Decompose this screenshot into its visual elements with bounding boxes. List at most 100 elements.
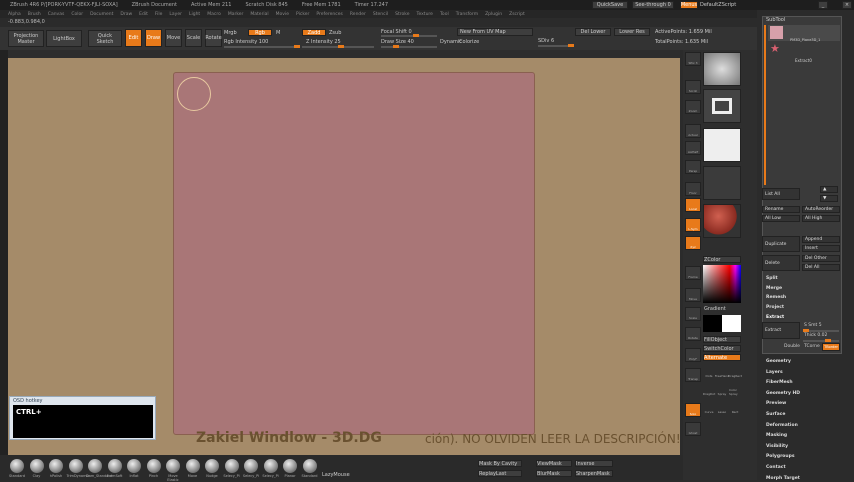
rotate-button[interactable]: Rotate (685, 327, 701, 341)
menu-item[interactable]: Material (250, 12, 268, 17)
tool-section-layers[interactable]: Layers (766, 370, 783, 375)
tborder-toggle[interactable]: TBorder (822, 343, 840, 351)
brush-icon[interactable] (224, 459, 239, 473)
brush-label[interactable]: Selecy_Pi (223, 474, 241, 478)
thick-slider[interactable]: Thick 0.02 (804, 333, 827, 338)
delete-button[interactable]: Delete (762, 255, 800, 271)
brush-icon[interactable] (127, 459, 141, 473)
autoreorder-button[interactable]: AutoReorder (802, 206, 840, 213)
split-section[interactable]: Split (766, 276, 778, 281)
texture-empty-thumbnail[interactable] (703, 166, 741, 200)
subtool-scrollbar[interactable] (764, 25, 766, 185)
move-up-button[interactable]: ▲ (820, 186, 838, 193)
s-smt-slider[interactable]: S Smt 5 (804, 323, 822, 328)
material-thumbnail[interactable] (703, 204, 741, 238)
move-down-button[interactable]: ▼ (820, 195, 838, 202)
tool-section-preview[interactable]: Preview (766, 401, 786, 406)
tool-section-polygroups[interactable]: Polygroups (766, 454, 795, 459)
scale-button[interactable]: Scale (185, 29, 202, 47)
remesh-section[interactable]: Remesh (766, 295, 786, 300)
rotate-button[interactable]: Rotate (205, 29, 222, 47)
menu-item[interactable]: Edit (139, 12, 148, 17)
mrgb-toggle[interactable]: Mrgb (224, 30, 237, 36)
aahalf-button[interactable]: AAHalf (685, 141, 701, 155)
brush-icon[interactable] (166, 459, 180, 473)
del-other-button[interactable]: Del Other (802, 255, 840, 262)
tool-section-fibermesh[interactable]: FiberMesh (766, 380, 793, 385)
brush-label[interactable]: Inflat (125, 474, 143, 478)
brush-label[interactable]: Move Elastic (164, 474, 182, 482)
rgb-intensity-slider[interactable]: Rgb Intensity 100 (224, 39, 268, 45)
brush-icon[interactable] (263, 459, 278, 473)
brush-icon[interactable] (88, 459, 102, 473)
close-button[interactable]: × (842, 1, 852, 9)
menu-item[interactable]: Transform (456, 12, 478, 17)
del-all-button[interactable]: Del All (802, 264, 840, 271)
merge-section[interactable]: Merge (766, 286, 782, 291)
project-section[interactable]: Project (766, 305, 784, 310)
double-toggle[interactable]: Double (784, 344, 800, 349)
colorize-toggle[interactable]: Colorize (459, 39, 479, 45)
tool-section-deformation[interactable]: Deformation (766, 423, 798, 428)
menu-item[interactable]: Texture (416, 12, 432, 17)
menu-item[interactable]: Picker (296, 12, 309, 17)
tcorne-toggle[interactable]: TCorne (804, 344, 820, 349)
move-button[interactable]: Move (165, 29, 182, 47)
brush-icon[interactable] (205, 459, 219, 473)
lower-res-button[interactable]: Lower Res (614, 28, 650, 36)
all-high-button[interactable]: All High (802, 215, 840, 222)
brush-icon[interactable] (302, 459, 317, 473)
stroke-dragdot[interactable]: DragDot (703, 382, 715, 396)
brush-label[interactable]: Selecy_Pi (262, 474, 280, 478)
viewmask-button[interactable]: ViewMask (536, 460, 572, 467)
extract-button[interactable]: Extract (762, 322, 800, 339)
stroke-rect[interactable]: Rect (729, 400, 741, 414)
extract-section[interactable]: Extract (766, 315, 784, 320)
scroll-button[interactable]: Scroll (685, 80, 701, 94)
stroke-color-spray[interactable]: Color Spray (729, 382, 741, 396)
menu-item[interactable]: Alpha (8, 12, 21, 17)
brush-icon[interactable] (244, 459, 258, 473)
menu-item[interactable]: Zplugin (485, 12, 502, 17)
tool-section-geometry-hd[interactable]: Geometry HD (766, 391, 800, 396)
brush-label[interactable]: Clay (28, 474, 46, 478)
insert-button[interactable]: Insert (802, 245, 840, 252)
tool-section-geometry[interactable]: Geometry (766, 359, 791, 364)
brush-icon[interactable] (107, 459, 122, 473)
tool-section-surface[interactable]: Surface (766, 412, 785, 417)
color-picker[interactable] (703, 265, 741, 303)
menu-item[interactable]: Brush (28, 12, 41, 17)
replay-last-button[interactable]: ReplayLast (478, 470, 522, 477)
brush-icon[interactable] (29, 459, 44, 473)
inverse-button[interactable]: Inverse (575, 460, 613, 467)
brush-icon[interactable] (49, 459, 63, 473)
duplicate-button[interactable]: Duplicate (762, 236, 800, 252)
stencil-thumbnail[interactable] (703, 128, 741, 162)
ghost-button[interactable]: Ghost (685, 422, 701, 436)
brush-icon[interactable] (10, 459, 24, 473)
mask-by-cavity-button[interactable]: Mask By Cavity (478, 460, 522, 467)
brush-label[interactable]: Selecy_Pi (242, 474, 260, 478)
stroke-dragrect[interactable]: DragRect (728, 364, 742, 378)
local-button[interactable]: Local (685, 198, 701, 212)
xyz-button[interactable]: Xyz (685, 236, 701, 250)
default-zscript[interactable]: DefaultZScript (700, 2, 736, 8)
main-color-swatch[interactable] (703, 315, 722, 332)
stroke-lasso[interactable]: Lasso (716, 400, 728, 414)
lazymouse-toggle[interactable]: LazyMouse (322, 472, 350, 478)
lsym-button[interactable]: L.Sym (685, 218, 701, 232)
zoom-button[interactable]: Zoom (685, 100, 701, 114)
menu-item[interactable]: Movie (276, 12, 289, 17)
list-all-button[interactable]: List All (762, 188, 800, 200)
menu-item[interactable]: Light (189, 12, 200, 17)
quicksave-button[interactable]: QuickSave (592, 1, 628, 9)
tool-section-visibility[interactable]: Visibility (766, 444, 788, 449)
texture-thumbnail[interactable] (703, 89, 741, 123)
see-through-slider[interactable]: See-through 0 (632, 1, 674, 9)
rename-button[interactable]: Rename (762, 206, 800, 213)
frame-button[interactable]: Frame (685, 266, 701, 280)
brush-icon[interactable] (146, 459, 161, 473)
menu-item[interactable]: Marker (228, 12, 244, 17)
lightbox-button[interactable]: LightBox (46, 30, 82, 47)
brush-label[interactable]: TrimDynamic (67, 474, 90, 478)
